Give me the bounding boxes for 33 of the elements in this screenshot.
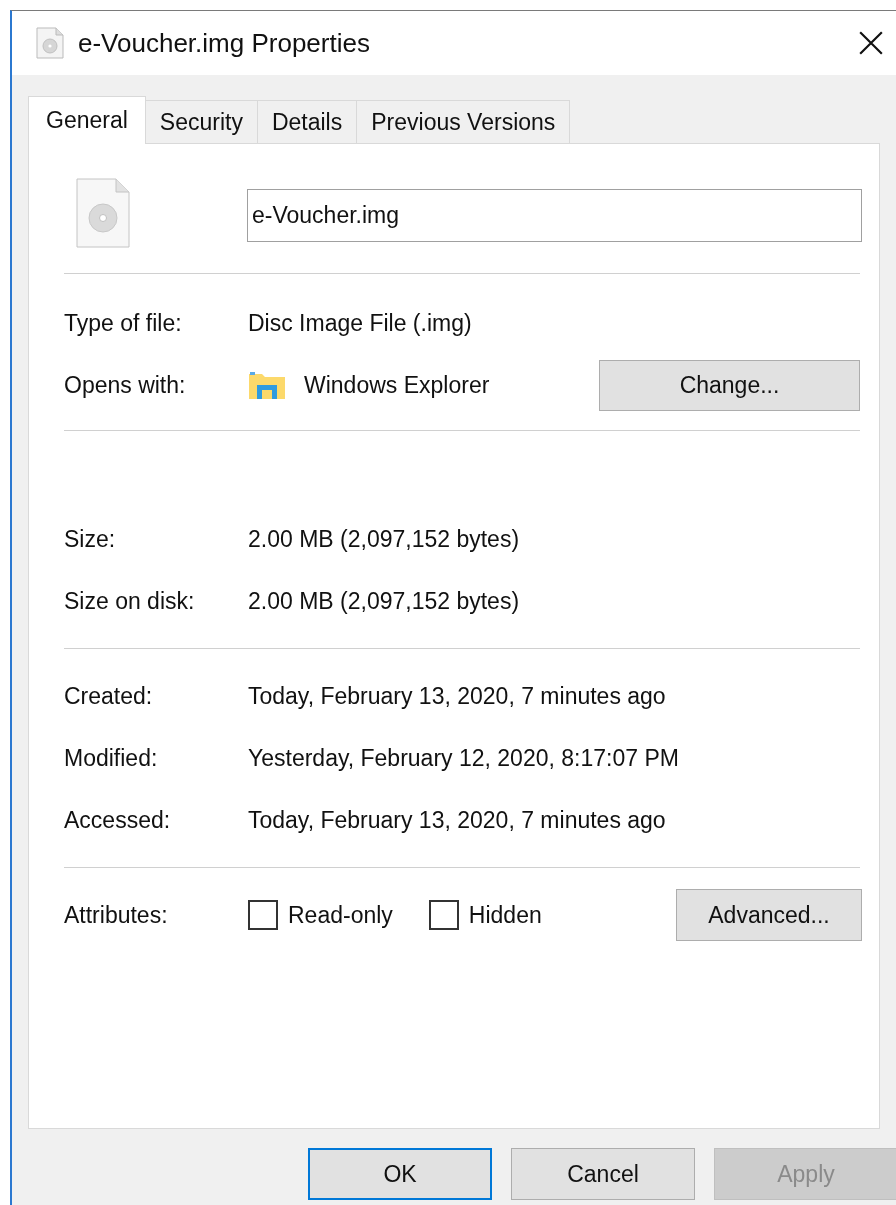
property-value: 2.00 MB (2,097,152 bytes) (248, 525, 520, 553)
folder-icon (248, 370, 286, 400)
disc-file-icon (36, 27, 64, 59)
checkbox[interactable] (428, 900, 459, 930)
tab[interactable]: General (28, 96, 146, 144)
property-label: Size on disk: (64, 587, 196, 615)
checkbox-label: Hidden (468, 901, 542, 929)
property-value: Disc Image File (.img) (248, 309, 472, 337)
checkbox[interactable] (248, 900, 278, 930)
property-value: Today, February 13, 2020, 7 minutes ago (248, 806, 666, 834)
dialog-button[interactable]: Cancel (511, 1148, 695, 1200)
property-value: Yesterday, February 12, 2020, 8:17:07 PM (248, 744, 679, 772)
property-value: 2.00 MB (2,097,152 bytes) (248, 587, 520, 615)
property-label: Attributes: (64, 901, 169, 929)
property-label: Created: (64, 682, 154, 710)
property-value: Today, February 13, 2020, 7 minutes ago (248, 682, 666, 710)
tab[interactable]: Security (145, 100, 258, 143)
disc-file-icon (76, 178, 130, 248)
property-label: Modified: (64, 744, 159, 772)
property-label: Accessed: (64, 806, 172, 834)
advanced-button[interactable]: Advanced... (676, 889, 862, 941)
checkbox-label: Read-only (288, 901, 393, 929)
window-title: e-Voucher.img Properties (78, 27, 370, 59)
property-value: Windows Explorer (304, 371, 491, 399)
property-label: Size: (64, 525, 117, 553)
file-name-field[interactable]: e-Voucher.img (247, 189, 862, 242)
property-label: Opens with: (64, 371, 187, 399)
change-button[interactable]: Change... (599, 359, 860, 411)
tab[interactable]: Details (257, 100, 358, 143)
dialog-button[interactable]: OK (308, 1148, 492, 1200)
tab[interactable]: Previous Versions (357, 100, 571, 143)
close-icon[interactable] (858, 30, 884, 56)
property-label: Type of file: (64, 309, 183, 337)
